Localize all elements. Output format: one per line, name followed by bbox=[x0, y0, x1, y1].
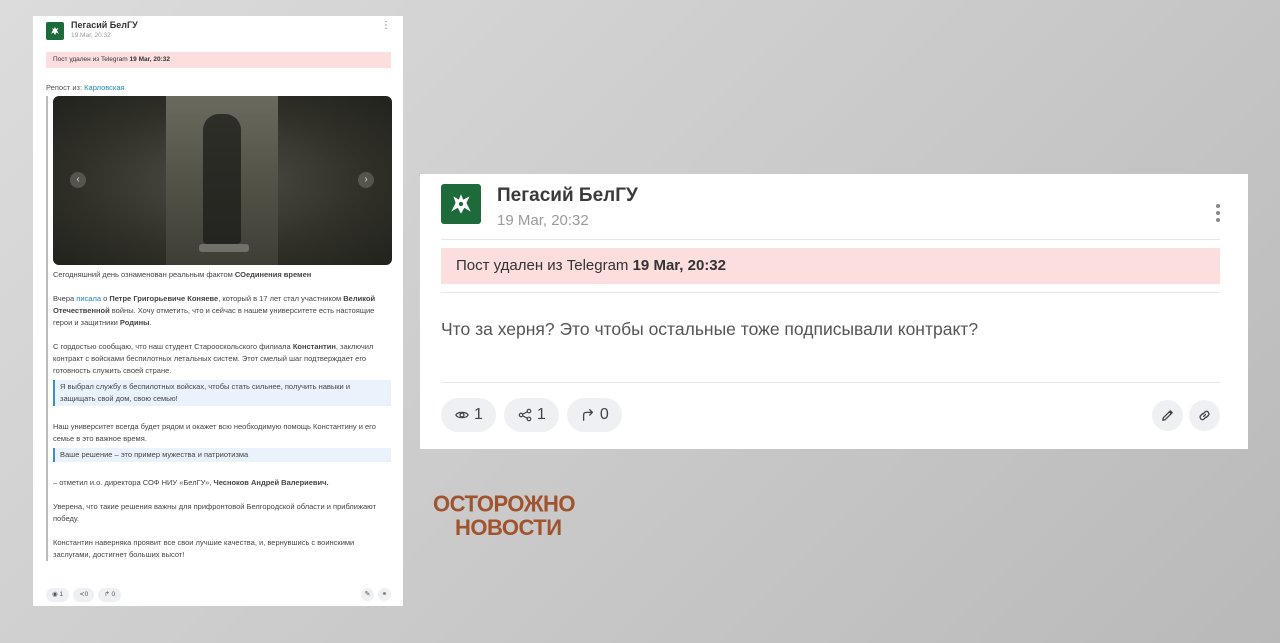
channel-name[interactable]: Пегасий БелГУ bbox=[497, 184, 638, 208]
post-photo[interactable]: ‹ › bbox=[53, 96, 392, 265]
link-icon[interactable] bbox=[1189, 399, 1220, 431]
paragraph-2: Вчера писала о Петре Григорьевиче Коняев… bbox=[53, 294, 376, 327]
share-button[interactable]: 1 bbox=[503, 398, 559, 432]
post-date: 19 Мar, 20:32 bbox=[71, 32, 111, 39]
post-footer: 1 1 0 bbox=[441, 398, 1220, 432]
quote-block: Ваше решение – это пример мужества и пат… bbox=[53, 448, 391, 462]
divider bbox=[441, 239, 1220, 240]
pencil-icon[interactable]: ✎ bbox=[361, 588, 374, 601]
divider bbox=[441, 292, 1220, 293]
paragraph-7: Константин наверняка проявит все свои лу… bbox=[53, 538, 355, 559]
repost-label: Репост из: bbox=[46, 83, 83, 92]
quote-block: Я выбрал службу в беспилотных войсках, ч… bbox=[53, 380, 391, 406]
inline-link[interactable]: писала bbox=[76, 294, 101, 303]
deleted-banner: Пост удален из Telegram 19 Мar, 20:32 bbox=[441, 248, 1220, 284]
deleted-banner: Пост удален из Telegram 19 Мar, 20:32 bbox=[46, 52, 391, 68]
watermark-logo: ОСТОРОЖНО НОВОСТИ bbox=[433, 490, 578, 542]
repost-button[interactable]: ↱ 0 bbox=[98, 588, 122, 602]
zoomed-post-card: Пегасий БелГУ 19 Мar, 20:32 Пост удален … bbox=[420, 174, 1248, 449]
original-post-card: Пегасий БелГУ 19 Мar, 20:32 ⋮ Пост удале… bbox=[33, 16, 403, 606]
post-date: 19 Мar, 20:32 bbox=[497, 212, 589, 229]
share-button[interactable]: ≺0 bbox=[73, 588, 95, 602]
forward-icon bbox=[582, 409, 593, 421]
photo-figure bbox=[203, 114, 241, 244]
pegasus-logo-icon bbox=[451, 194, 471, 214]
post-text: Что за херня? Это чтобы остальные тоже п… bbox=[441, 319, 979, 339]
deleted-banner-text: Пост удален из Telegram bbox=[53, 56, 128, 63]
repost-source-link[interactable]: Карловская bbox=[84, 83, 124, 92]
post-body: ‹ › Сегодняшний день ознаменован реальны… bbox=[46, 96, 392, 561]
pencil-icon[interactable] bbox=[1152, 399, 1183, 431]
paragraph-5: – отметил и.о. директора СОФ НИУ «БелГУ»… bbox=[53, 478, 329, 487]
channel-avatar[interactable] bbox=[441, 184, 481, 224]
deleted-banner-date: 19 Мar, 20:32 bbox=[129, 56, 171, 63]
more-menu-icon[interactable] bbox=[1216, 204, 1220, 222]
views-button[interactable]: 1 bbox=[441, 398, 496, 432]
eye-icon bbox=[455, 411, 469, 419]
channel-name[interactable]: Пегасий БелГУ bbox=[71, 20, 138, 31]
channel-avatar[interactable] bbox=[46, 22, 64, 40]
divider bbox=[441, 382, 1220, 383]
chevron-left-icon[interactable]: ‹ bbox=[70, 172, 86, 188]
pegasus-logo-icon bbox=[51, 27, 59, 35]
share-icon bbox=[518, 408, 532, 422]
gallery-dots bbox=[199, 244, 249, 252]
deleted-banner-text: Пост удален из Telegram bbox=[456, 257, 629, 274]
views-button[interactable]: ◉ 1 bbox=[46, 588, 70, 602]
post-footer: ◉ 1 ≺0 ↱ 0 ✎ ⚭ bbox=[46, 588, 391, 602]
watermark-line-2: НОВОСТИ bbox=[455, 515, 562, 540]
watermark-line-1: ОСТОРОЖНО bbox=[433, 490, 576, 517]
repost-button[interactable]: 0 bbox=[566, 398, 622, 432]
more-menu-icon[interactable]: ⋮ bbox=[381, 21, 391, 31]
deleted-banner-date: 19 Мar, 20:32 bbox=[632, 257, 726, 274]
chevron-right-icon[interactable]: › bbox=[358, 172, 374, 188]
paragraph-6: Уверена, что такие решения важны для при… bbox=[53, 502, 377, 523]
link-icon[interactable]: ⚭ bbox=[378, 588, 391, 601]
paragraph-1: Сегодняшний день ознаменован реальным фа… bbox=[53, 270, 312, 279]
paragraph-4: Наш университет всегда будет рядом и ока… bbox=[53, 422, 376, 443]
repost-line: Репост из: Карловская bbox=[46, 82, 391, 94]
paragraph-3: С гордостью сообщаю, что наш студент Ста… bbox=[53, 342, 374, 375]
eye-icon: ◉ bbox=[52, 591, 58, 598]
post-header: Пегасий БелГУ 19 Мar, 20:32 bbox=[441, 174, 1220, 238]
post-header: Пегасий БелГУ 19 Мar, 20:32 ⋮ bbox=[46, 20, 391, 46]
forward-icon: ↱ bbox=[104, 591, 110, 598]
